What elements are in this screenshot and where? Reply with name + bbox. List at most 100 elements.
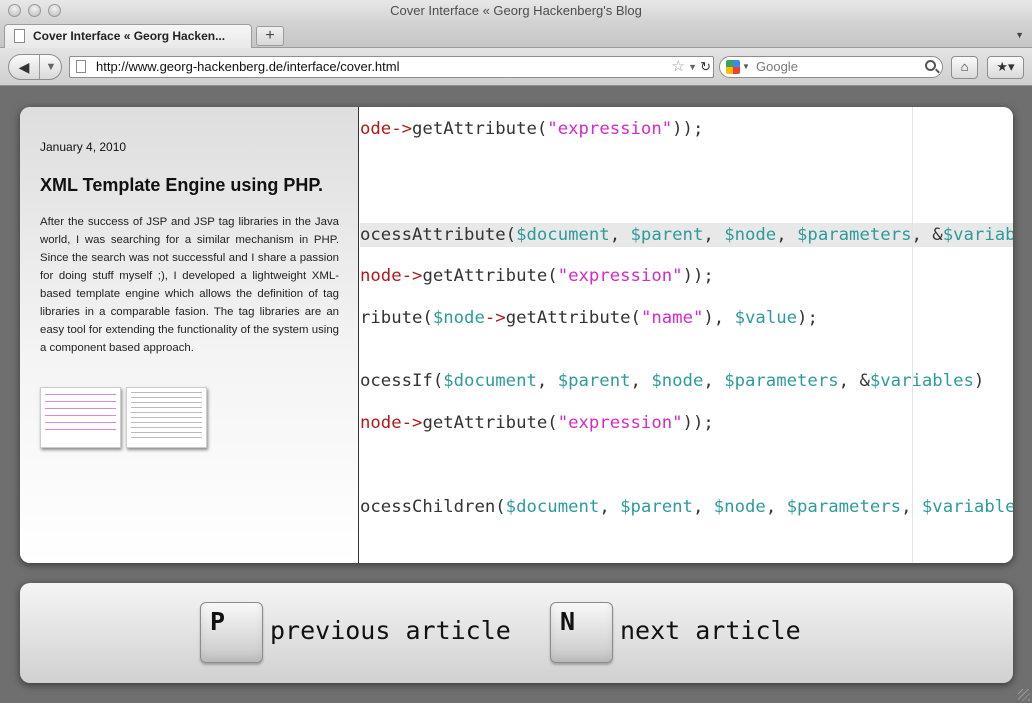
close-window-button[interactable] [8,4,21,17]
code-line: ocessIf($document, $parent, $node, $para… [360,370,984,392]
code-token: , [630,371,652,391]
code-token: $node [651,371,704,391]
next-article-link[interactable]: next article [620,616,801,645]
code-token: "expression" [557,266,683,286]
code-token: $parent [630,225,704,245]
code-token: )); [682,413,714,433]
reload-icon[interactable]: ↻ [700,57,711,77]
window-title: Cover Interface « Georg Hackenberg's Blo… [390,3,642,18]
tab-bar: Cover Interface « Georg Hacken... + ▼ [0,22,1032,48]
post-title[interactable]: XML Template Engine using PHP. [40,175,323,196]
home-button[interactable]: ⌂ [951,56,978,79]
code-token: ribute( [360,308,433,328]
code-token: $parameters [797,225,912,245]
page-icon [76,60,86,73]
url-bar[interactable]: http://www.georg-hackenberg.de/interface… [69,56,714,78]
code-token: getAttribute( [422,266,558,286]
code-token: $node [432,308,485,328]
code-line: ocessChildren($document, $parent, $node,… [360,496,1013,518]
url-text[interactable]: http://www.georg-hackenberg.de/interface… [96,59,400,74]
code-token: ) [973,371,985,391]
star-icon[interactable]: ☆ [672,57,685,77]
code-token: $value [734,308,798,328]
article-cover: January 4, 2010 XML Template Engine usin… [20,107,1013,563]
search-input[interactable]: Google [756,59,798,74]
home-icon: ⌂ [960,59,969,74]
code-token: "name" [640,308,704,328]
code-token: , [609,225,631,245]
previous-key-label: P [210,607,226,636]
chevron-down-icon[interactable]: ▼ [742,57,750,77]
previous-key-button[interactable]: P [200,602,263,663]
code-token: ); [797,308,818,328]
back-icon[interactable]: ◀ [9,55,39,79]
code-token: "expression" [547,119,673,139]
code-line: ode->getAttribute("expression")); [360,118,703,140]
code-token: ocessChildren( [360,497,506,517]
code-token: "expression" [557,413,683,433]
code-token: getAttribute( [505,308,641,328]
code-token: node-> [360,266,423,286]
code-token: , & [911,225,943,245]
tab-label: Cover Interface « Georg Hacken... [33,29,226,43]
code-line: ocessAttribute($document, $parent, $node… [360,224,1013,246]
search-icon[interactable] [925,60,936,71]
code-token: getAttribute( [422,413,558,433]
code-token: getAttribute( [412,119,548,139]
code-token: , & [838,371,870,391]
new-tab-button[interactable]: + [256,26,284,46]
screenshot-thumbnail[interactable] [126,387,207,448]
page-icon [14,29,25,43]
chevron-down-icon[interactable]: ▼ [688,57,697,77]
code-token: $variables [921,497,1013,517]
zoom-window-button[interactable] [48,4,61,17]
previous-article-link[interactable]: previous article [270,616,511,645]
code-preview: ode->getAttribute("expression")); ocessA… [360,107,1013,563]
post-excerpt: After the success of JSP and JSP tag lib… [40,216,339,354]
bookmarks-button[interactable]: ★▾ [987,56,1024,79]
code-token: ocessIf( [360,371,444,391]
code-line: node->getAttribute("expression")); [360,265,714,287]
screenshot-thumbnail[interactable] [40,387,121,448]
print-margin-line [912,107,913,563]
code-token: $variables [942,225,1013,245]
code-token: $parent [557,371,631,391]
code-token: )); [672,119,704,139]
tab-list-icon[interactable]: ▼ [1015,30,1024,40]
code-line: ribute($node->getAttribute("name"), $val… [360,307,818,329]
tab-cover-interface[interactable]: Cover Interface « Georg Hacken... [4,24,252,48]
code-token: $document [516,225,610,245]
forward-icon[interactable]: ▼ [40,55,62,79]
minimize-window-button[interactable] [28,4,41,17]
code-token: ), [703,308,735,328]
google-icon[interactable] [726,60,740,74]
code-token: , [692,497,714,517]
code-token: , [536,371,558,391]
navigation-toolbar: ◀ ▼ http://www.georg-hackenberg.de/inter… [0,48,1032,86]
code-token: $document [505,497,600,517]
code-token: , [901,497,922,517]
post-date: January 4, 2010 [40,140,127,154]
bookmarks-icon: ★▾ [996,59,1015,74]
code-token: , [703,225,725,245]
code-token: , [599,497,621,517]
code-token: ode-> [360,119,413,139]
code-line: node->getAttribute("expression")); [360,412,714,434]
code-token: , [703,371,725,391]
next-key-label: N [560,607,576,636]
resize-grip-icon[interactable] [1018,689,1030,701]
code-token: $node [713,497,766,517]
code-token: $parameters [786,497,902,517]
code-token: )); [682,266,714,286]
code-token: , [776,225,798,245]
code-token: $variables [869,371,974,391]
back-forward-group: ◀ ▼ [8,54,62,80]
code-token: , [765,497,787,517]
next-key-button[interactable]: N [550,602,613,663]
search-bar[interactable]: ▼ Google [719,56,943,78]
code-token: $node [724,225,777,245]
code-token: $document [443,371,537,391]
article-navigation: P previous article N next article [20,583,1013,683]
code-token: $parameters [724,371,839,391]
code-token: -> [484,308,506,328]
